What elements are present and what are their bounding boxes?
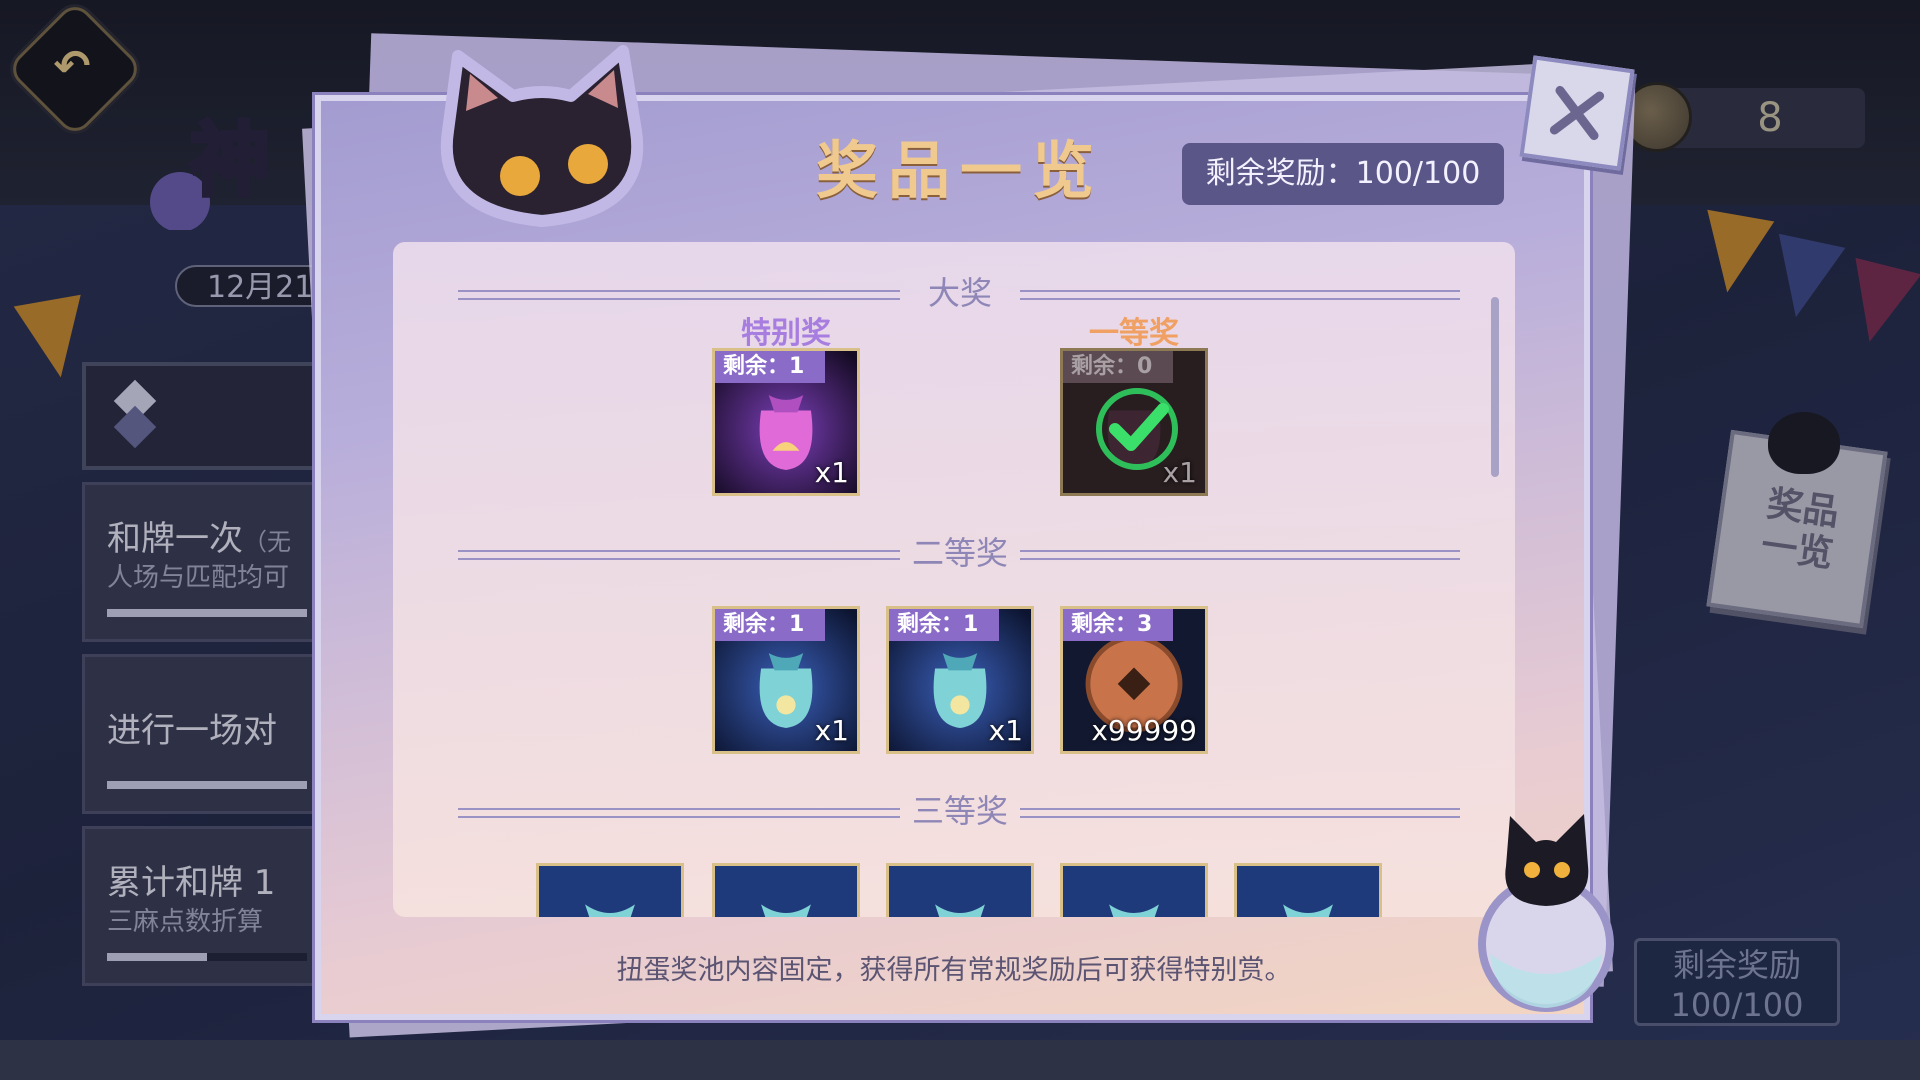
teal-lucky-bag-icon	[715, 866, 857, 917]
section-divider	[1020, 550, 1460, 560]
remaining-rewards-pill: 剩余奖励：100/100	[1182, 143, 1504, 205]
section-divider	[1020, 290, 1460, 300]
prize-quantity: x1	[988, 714, 1023, 747]
section-divider	[458, 550, 900, 560]
prize-card[interactable]	[712, 863, 860, 917]
section-divider	[1020, 808, 1460, 818]
gacha-capsule-cat-icon	[1478, 814, 1614, 1012]
prize-card-claimed[interactable]: 剩余：0 x1	[1060, 348, 1208, 496]
prize-card[interactable]: 剩余：3 x99999	[1060, 606, 1208, 754]
teal-lucky-bag-icon	[539, 866, 681, 917]
remaining-tag: 剩余：1	[715, 609, 825, 641]
remaining-tag: 剩余：1	[715, 351, 825, 383]
remaining-tag: 剩余：3	[1063, 609, 1173, 641]
section-title: 大奖	[927, 274, 992, 312]
section-divider	[458, 290, 900, 300]
prize-card[interactable]: 剩余：1 x1	[712, 348, 860, 496]
tier-label-first: 一等奖	[1089, 316, 1179, 351]
modal-title: 奖品一览	[815, 134, 1104, 207]
prize-card[interactable]	[1060, 863, 1208, 917]
section-title: 三等奖	[911, 792, 1008, 830]
third-prize-row	[393, 860, 1515, 917]
teal-lucky-bag-icon	[1063, 866, 1205, 917]
prize-card[interactable]: 剩余：1 x1	[712, 606, 860, 754]
gacha-pool-note: 扭蛋奖池内容固定，获得所有常规奖励后可获得特别赏。	[616, 955, 1292, 986]
prize-card[interactable]	[536, 863, 684, 917]
section-divider	[458, 808, 900, 818]
remaining-tag: 剩余：0	[1063, 351, 1173, 383]
prize-quantity: x1	[1162, 456, 1197, 489]
tier-label-special: 特别奖	[741, 316, 831, 351]
teal-lucky-bag-icon	[1237, 866, 1379, 917]
prize-quantity: x1	[814, 456, 849, 489]
prize-card[interactable]	[886, 863, 1034, 917]
section-title: 二等奖	[911, 534, 1008, 572]
close-button[interactable]	[1519, 55, 1635, 171]
prize-card[interactable]	[1234, 863, 1382, 917]
remaining-tag: 剩余：1	[889, 609, 999, 641]
prize-card[interactable]: 剩余：1 x1	[886, 606, 1034, 754]
teal-lucky-bag-icon	[889, 866, 1031, 917]
prize-quantity: x1	[814, 714, 849, 747]
close-icon	[1549, 85, 1605, 141]
scrollbar[interactable]	[1491, 297, 1499, 477]
prize-quantity: x99999	[1091, 714, 1197, 747]
